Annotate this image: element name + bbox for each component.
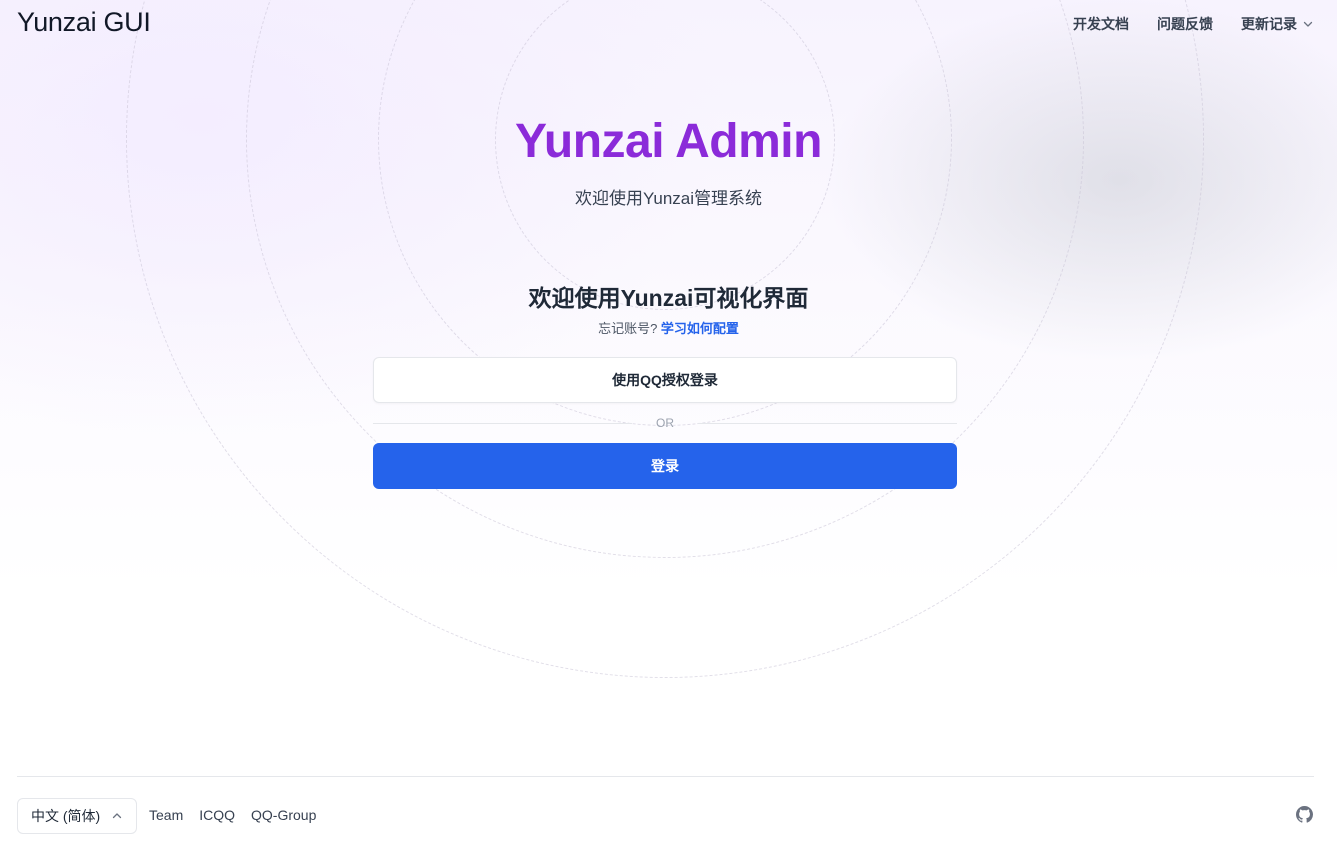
nav-changelog-dropdown[interactable]: 更新记录 [1241,14,1313,34]
hero-subtitle: 欢迎使用Yunzai管理系统 [574,189,763,208]
nav-docs-label: 开发文档 [1073,16,1129,32]
form-title: 欢迎使用Yunzai可视化界面 [528,285,809,311]
top-header: Yunzai GUI 开发文档 问题反馈 更新记录 [0,0,1337,48]
chevron-down-icon [1303,21,1313,27]
form-help: 忘记账号? 学习如何配置 [0,318,1337,337]
qq-login-button[interactable]: 使用QQ授权登录 [373,357,957,403]
decor-ring-4 [126,0,1204,678]
divider-line-left [373,422,632,424]
learn-config-link[interactable]: 学习如何配置 [661,321,739,336]
footer-link-icqq[interactable]: ICQQ [199,807,235,823]
or-label: OR [656,416,674,430]
footer-link-qq-group[interactable]: QQ-Group [251,807,316,823]
or-divider: OR [373,414,957,432]
footer-links: Team ICQQ QQ-Group [149,807,316,823]
hero-title: Yunzai Admin [515,115,822,168]
nav-feedback-link[interactable]: 问题反馈 [1157,14,1213,34]
footer-link-team[interactable]: Team [149,807,183,823]
nav-docs-link[interactable]: 开发文档 [1073,14,1129,34]
language-select[interactable]: 中文 (简体) [17,798,137,834]
language-select-value: 中文 (简体) [31,808,101,824]
login-page: Yunzai GUI 开发文档 问题反馈 更新记录 Yunzai Admin 欢… [0,0,1337,846]
brand-title[interactable]: Yunzai GUI [17,7,151,38]
chevron-up-icon [112,813,122,819]
nav-feedback-label: 问题反馈 [1157,16,1213,32]
login-button[interactable]: 登录 [373,443,957,489]
form-help-text: 忘记账号? [598,321,658,336]
top-nav: 开发文档 问题反馈 更新记录 [1073,14,1313,34]
nav-changelog-label: 更新记录 [1241,16,1297,32]
github-icon[interactable] [1296,806,1313,823]
footer-divider [17,776,1314,777]
divider-line-right [698,422,957,424]
